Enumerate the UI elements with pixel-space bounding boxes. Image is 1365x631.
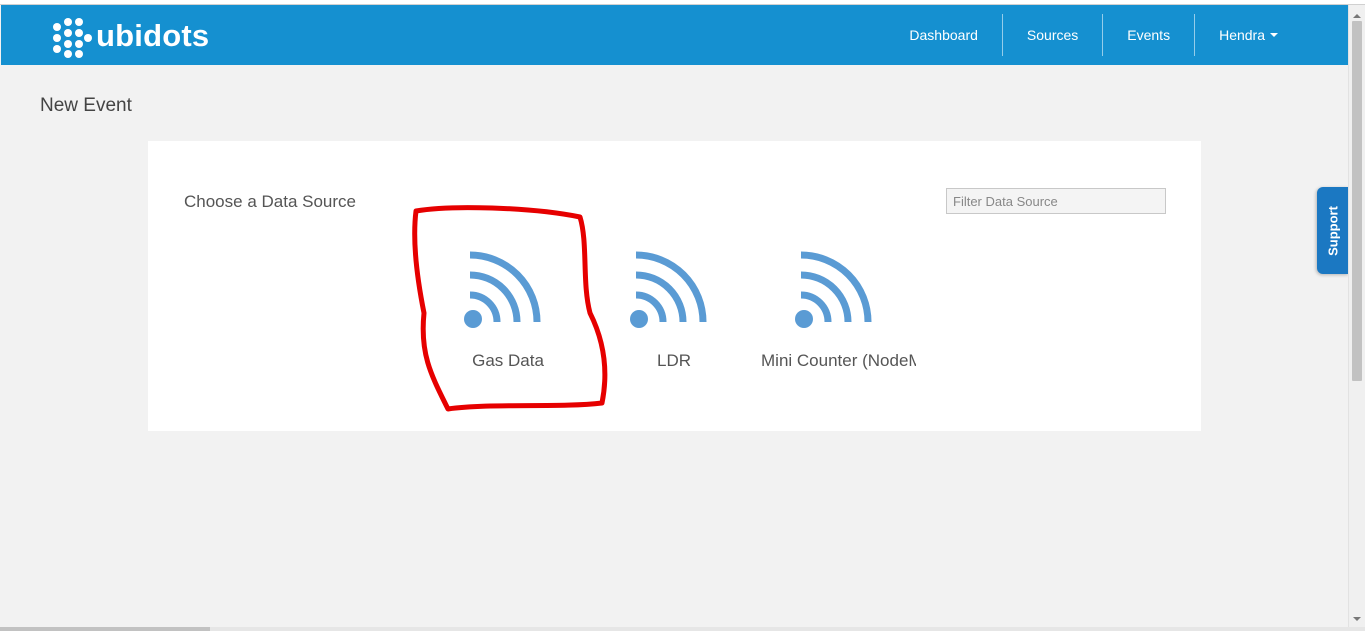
source-gas-data[interactable]: Gas Data xyxy=(428,249,588,371)
source-ldr[interactable]: LDR xyxy=(594,249,754,371)
page-title: New Event xyxy=(40,95,132,116)
filter-data-source-input[interactable] xyxy=(946,188,1166,214)
user-name: Hendra xyxy=(1219,27,1265,43)
scroll-thumb[interactable] xyxy=(1352,21,1362,381)
source-label: LDR xyxy=(656,351,691,370)
logo-text: ubidots xyxy=(96,18,210,53)
data-source-panel: Choose a Data Source Gas Data LDR Mini C… xyxy=(148,141,1201,431)
source-label: Mini Counter (NodeMCU) xyxy=(761,351,916,370)
logo-dots-icon xyxy=(53,17,92,58)
horizontal-scrollbar[interactable] xyxy=(0,627,1365,631)
support-tab[interactable]: Support xyxy=(1317,187,1349,274)
nav-links: Dashboard Sources Events Hendra xyxy=(885,14,1302,56)
nav-sources[interactable]: Sources xyxy=(1001,14,1102,56)
panel-title: Choose a Data Source xyxy=(184,192,356,211)
scroll-down-arrow-icon[interactable] xyxy=(1353,617,1361,621)
horizontal-scroll-thumb[interactable] xyxy=(0,627,210,631)
user-menu[interactable]: Hendra xyxy=(1194,14,1302,56)
support-label: Support xyxy=(1325,205,1341,256)
source-label: Gas Data xyxy=(472,351,544,370)
caret-down-icon xyxy=(1270,33,1278,38)
wifi-signal-icon xyxy=(795,251,872,328)
scroll-up-arrow-icon[interactable] xyxy=(1353,14,1361,18)
ubidots-logo[interactable]: ubidots xyxy=(53,17,210,58)
nav-events[interactable]: Events xyxy=(1102,14,1194,56)
nav-dashboard[interactable]: Dashboard xyxy=(885,14,1002,56)
source-mini-counter[interactable]: Mini Counter (NodeMCU) xyxy=(759,249,919,371)
wifi-signal-icon xyxy=(464,251,541,328)
wifi-signal-icon xyxy=(630,251,707,328)
vertical-scrollbar[interactable] xyxy=(1348,5,1365,627)
top-navbar: ubidots Dashboard Sources Events Hendra xyxy=(1,5,1348,65)
